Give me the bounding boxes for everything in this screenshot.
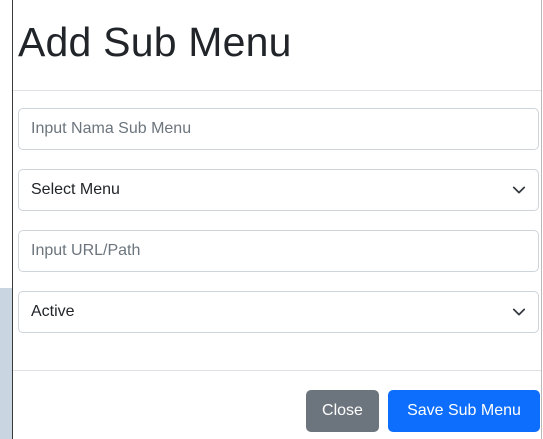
chevron-down-icon (512, 186, 526, 194)
menu-select[interactable]: Select Menu (18, 169, 539, 211)
sub-menu-name-input[interactable] (18, 108, 539, 150)
save-sub-menu-button[interactable]: Save Sub Menu (388, 390, 540, 432)
add-sub-menu-modal: Add Sub Menu Select Menu Active Close Sa… (12, 0, 542, 439)
modal-title: Add Sub Menu (18, 19, 292, 65)
status-select[interactable]: Active (18, 291, 539, 333)
modal-footer: Close Save Sub Menu (13, 370, 541, 439)
menu-select-value: Select Menu (31, 181, 120, 198)
page-backdrop (0, 288, 12, 439)
modal-header: Add Sub Menu (13, 0, 541, 91)
screen: Add Sub Menu Select Menu Active Close Sa… (0, 0, 543, 439)
url-path-input[interactable] (18, 230, 539, 272)
chevron-down-icon (512, 308, 526, 316)
close-button[interactable]: Close (306, 390, 379, 432)
status-select-value: Active (31, 303, 75, 320)
